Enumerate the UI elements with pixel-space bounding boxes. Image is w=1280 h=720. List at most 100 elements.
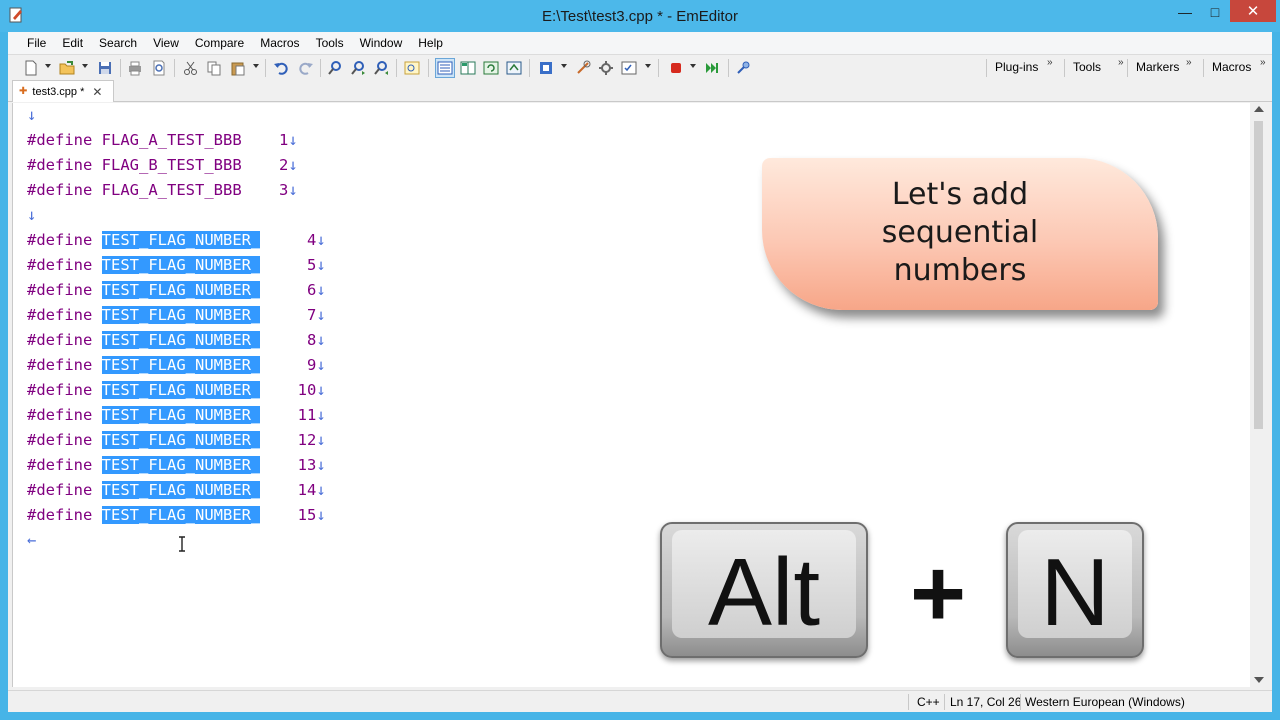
- find-previous-icon[interactable]: [372, 59, 390, 77]
- window-title: E:\Test\test3.cpp * - EmEditor: [542, 8, 738, 25]
- close-button[interactable]: ✕: [1230, 0, 1276, 22]
- record-macro-icon[interactable]: [667, 59, 685, 77]
- code-line[interactable]: #define TEST_FLAG_NUMBER_ 4↓: [27, 228, 326, 253]
- macros-chevron-icon[interactable]: »: [1260, 57, 1266, 68]
- checkbox-list-icon[interactable]: [620, 59, 638, 77]
- highlight-search-icon[interactable]: [403, 59, 421, 77]
- code-line[interactable]: ←: [27, 528, 36, 553]
- code-line[interactable]: #define TEST_FLAG_NUMBER_ 13↓: [27, 453, 326, 478]
- new-dropdown-icon[interactable]: [45, 64, 51, 68]
- code-line[interactable]: ↓: [27, 103, 36, 128]
- tools-toolbar-label[interactable]: Tools: [1073, 60, 1101, 74]
- scroll-up-arrow-icon[interactable]: [1254, 106, 1264, 112]
- toolbar-separator: [265, 59, 266, 77]
- markers-chevron-icon[interactable]: »: [1186, 57, 1192, 68]
- menu-edit[interactable]: Edit: [54, 33, 91, 53]
- code-line[interactable]: #define TEST_FLAG_NUMBER_ 15↓: [27, 503, 326, 528]
- run-macro-icon[interactable]: [703, 59, 721, 77]
- tools-settings-icon[interactable]: [597, 59, 615, 77]
- code-line[interactable]: ↓: [27, 203, 36, 228]
- redo-icon[interactable]: [297, 59, 315, 77]
- menu-help[interactable]: Help: [410, 33, 451, 53]
- toolbar-separator: [396, 59, 397, 77]
- selected-text: TEST_FLAG_NUMBER_: [101, 231, 261, 249]
- newline-mark: ↓: [316, 456, 326, 474]
- scroll-thumb[interactable]: [1254, 121, 1263, 429]
- define-keyword: #define: [27, 156, 93, 174]
- split-window-icon[interactable]: [459, 59, 477, 77]
- open-dropdown-icon[interactable]: [82, 64, 88, 68]
- status-encoding[interactable]: Western European (Windows): [1025, 695, 1185, 709]
- save-icon[interactable]: [96, 59, 114, 77]
- cut-icon[interactable]: [182, 59, 200, 77]
- macro-value: 2: [278, 156, 289, 174]
- code-line[interactable]: #define TEST_FLAG_NUMBER_ 5↓: [27, 253, 326, 278]
- tools-chevron-icon[interactable]: »: [1118, 57, 1124, 68]
- plugins-toolbar-label[interactable]: Plug-ins: [995, 60, 1038, 74]
- copy-icon[interactable]: [205, 59, 223, 77]
- configuration-dropdown-icon[interactable]: [561, 64, 567, 68]
- scroll-down-arrow-icon[interactable]: [1254, 677, 1264, 683]
- menu-search[interactable]: Search: [91, 33, 145, 53]
- menu-view[interactable]: View: [145, 33, 187, 53]
- macro-value: 10: [297, 381, 317, 399]
- new-file-icon[interactable]: [22, 59, 40, 77]
- undo-icon[interactable]: [272, 59, 290, 77]
- define-keyword: #define: [27, 331, 93, 349]
- menu-window[interactable]: Window: [352, 33, 411, 53]
- code-line[interactable]: #define TEST_FLAG_NUMBER_ 12↓: [27, 428, 326, 453]
- record-dropdown-icon[interactable]: [690, 64, 696, 68]
- tab-close-icon[interactable]: ✕: [92, 85, 102, 99]
- menu-compare[interactable]: Compare: [187, 33, 252, 53]
- paste-icon[interactable]: [229, 59, 247, 77]
- status-cursor-position[interactable]: Ln 17, Col 26: [950, 695, 1021, 709]
- macro-name: FLAG_B_TEST_BBB: [101, 156, 242, 174]
- n-key-graphic: N: [1006, 522, 1144, 658]
- code-line[interactable]: #define TEST_FLAG_NUMBER_ 6↓: [27, 278, 326, 303]
- open-folder-icon[interactable]: [58, 59, 76, 77]
- tab-test3-cpp[interactable]: ✚ test3.cpp * ✕: [12, 80, 114, 102]
- macro-value: 5: [306, 256, 317, 274]
- compare-icon[interactable]: [505, 59, 523, 77]
- code-line[interactable]: #define TEST_FLAG_NUMBER_ 7↓: [27, 303, 326, 328]
- checkbox-dropdown-icon[interactable]: [645, 64, 651, 68]
- code-line[interactable]: #define FLAG_A_TEST_BBB 3↓: [27, 178, 298, 203]
- find-icon[interactable]: [326, 59, 344, 77]
- code-line[interactable]: #define TEST_FLAG_NUMBER_ 10↓: [27, 378, 326, 403]
- configuration-icon[interactable]: [537, 59, 555, 77]
- status-language[interactable]: C++: [917, 695, 940, 709]
- code-line[interactable]: #define TEST_FLAG_NUMBER_ 11↓: [27, 403, 326, 428]
- tab-bar: ✚ test3.cpp * ✕: [8, 80, 1272, 102]
- find-next-icon[interactable]: [349, 59, 367, 77]
- vertical-scrollbar[interactable]: [1250, 103, 1268, 687]
- menu-file[interactable]: File: [19, 33, 54, 53]
- macros-toolbar-label[interactable]: Macros: [1212, 60, 1251, 74]
- paste-dropdown-icon[interactable]: [253, 64, 259, 68]
- code-line[interactable]: #define TEST_FLAG_NUMBER_ 9↓: [27, 353, 326, 378]
- code-line[interactable]: #define FLAG_A_TEST_BBB 1↓: [27, 128, 298, 153]
- plugins-chevron-icon[interactable]: »: [1047, 57, 1053, 68]
- code-line[interactable]: #define TEST_FLAG_NUMBER_ 8↓: [27, 328, 326, 353]
- print-preview-icon[interactable]: [150, 59, 168, 77]
- callout-text: Let's add sequential numbers: [762, 176, 1158, 290]
- refresh-icon[interactable]: [482, 59, 500, 77]
- macro-name: FLAG_A_TEST_BBB: [101, 131, 242, 149]
- define-keyword: #define: [27, 431, 93, 449]
- code-line[interactable]: #define TEST_FLAG_NUMBER_ 14↓: [27, 478, 326, 503]
- minimize-button[interactable]: —: [1168, 0, 1202, 24]
- customize-icon[interactable]: [574, 59, 592, 77]
- normal-selection-icon[interactable]: [435, 58, 455, 78]
- print-icon[interactable]: [126, 59, 144, 77]
- maximize-button[interactable]: □: [1202, 0, 1228, 24]
- markers-toolbar-label[interactable]: Markers: [1136, 60, 1179, 74]
- newline-mark: ↓: [316, 506, 326, 524]
- code-line[interactable]: #define FLAG_B_TEST_BBB 2↓: [27, 153, 298, 178]
- menu-macros[interactable]: Macros: [252, 33, 307, 53]
- plugin-pin-icon[interactable]: [734, 59, 752, 77]
- menu-tools[interactable]: Tools: [308, 33, 352, 53]
